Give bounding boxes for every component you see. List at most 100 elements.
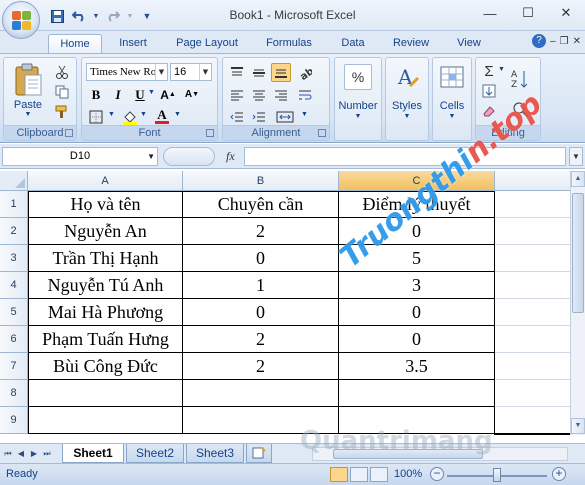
align-middle-icon[interactable] <box>249 63 269 82</box>
cell-d3[interactable] <box>495 245 570 272</box>
font-size-combo[interactable]: 16 ▼ <box>170 63 212 81</box>
underline-button[interactable]: U <box>130 85 150 104</box>
zoom-level[interactable]: 100% <box>394 468 422 480</box>
cell-d4[interactable] <box>495 272 570 299</box>
workbook-restore-icon[interactable]: ❐ <box>560 36 569 47</box>
align-bottom-icon[interactable] <box>271 63 291 82</box>
cell-a7[interactable]: Bùi Công Đức <box>28 353 183 380</box>
row-header-1[interactable]: 1 <box>0 191 28 218</box>
cell-c7[interactable]: 3.5 <box>339 353 495 380</box>
orientation-icon[interactable]: ab <box>295 63 315 82</box>
font-size-dropdown-icon[interactable]: ▼ <box>199 64 211 80</box>
font-color-icon[interactable]: A <box>152 107 172 126</box>
merge-dropdown-icon[interactable]: ▼ <box>301 111 308 118</box>
minimize-button[interactable]: — <box>471 0 509 26</box>
fill-icon[interactable] <box>480 82 498 100</box>
ribbon-minimize-icon[interactable]: – <box>550 36 556 47</box>
underline-dropdown-icon[interactable]: ▼ <box>148 89 155 96</box>
office-button[interactable] <box>2 1 40 39</box>
autosum-dropdown-icon[interactable]: ▼ <box>498 66 505 73</box>
cell-d2[interactable] <box>495 218 570 245</box>
align-top-icon[interactable] <box>227 63 247 82</box>
name-box-dropdown-icon[interactable]: ▼ <box>147 148 155 165</box>
wrap-text-icon[interactable] <box>295 85 315 104</box>
align-center-icon[interactable] <box>249 85 269 104</box>
sheet-tab-sheet3[interactable]: Sheet3 <box>186 444 244 463</box>
cell-b5[interactable]: 0 <box>183 299 339 326</box>
align-left-icon[interactable] <box>227 85 247 104</box>
align-right-icon[interactable] <box>271 85 291 104</box>
font-launcher-icon[interactable] <box>206 129 214 137</box>
font-name-combo[interactable]: Times New Ro ▼ <box>86 63 168 81</box>
copy-icon[interactable] <box>52 82 72 101</box>
insert-function-button[interactable]: fx <box>226 149 235 164</box>
active-cell-d10[interactable] <box>494 433 570 435</box>
borders-dropdown-icon[interactable]: ▼ <box>108 111 115 118</box>
cell-b1[interactable]: Chuyên cần <box>183 191 339 218</box>
sheet-tab-sheet1[interactable]: Sheet1 <box>62 444 124 463</box>
row-header-8[interactable]: 8 <box>0 380 28 407</box>
select-all-corner[interactable] <box>0 171 28 191</box>
autosum-icon[interactable]: Σ <box>480 62 498 80</box>
formula-input[interactable] <box>244 147 566 166</box>
vertical-scroll-thumb[interactable] <box>572 193 584 313</box>
cell-b8[interactable] <box>183 380 339 407</box>
decrease-font-icon[interactable]: A ▼ <box>182 85 202 104</box>
styles-group[interactable]: A Styles ▼ <box>385 57 429 141</box>
column-header-d[interactable] <box>495 171 570 191</box>
cell-c8[interactable] <box>339 380 495 407</box>
cell-d9[interactable] <box>495 407 570 434</box>
row-header-2[interactable]: 2 <box>0 218 28 245</box>
merge-center-icon[interactable] <box>271 107 299 126</box>
cell-a2[interactable]: Nguyễn An <box>28 218 183 245</box>
scroll-up-icon[interactable]: ▲ <box>571 171 585 187</box>
cut-icon[interactable] <box>52 62 72 81</box>
paste-button[interactable]: Paste ▼ <box>8 60 48 120</box>
close-button[interactable]: ✕ <box>547 0 585 26</box>
row-header-7[interactable]: 7 <box>0 353 28 380</box>
next-sheet-icon[interactable]: ▶ <box>28 447 40 461</box>
expand-formula-bar-icon[interactable]: ▼ <box>569 147 583 166</box>
cell-b4[interactable]: 1 <box>183 272 339 299</box>
cell-a5[interactable]: Mai Hà Phương <box>28 299 183 326</box>
cell-d7[interactable] <box>495 353 570 380</box>
cell-b2[interactable]: 2 <box>183 218 339 245</box>
column-header-a[interactable]: A <box>28 171 183 191</box>
zoom-in-button[interactable]: + <box>552 467 566 481</box>
tab-view[interactable]: View <box>448 34 490 53</box>
cell-d1[interactable] <box>495 191 570 218</box>
tab-formulas[interactable]: Formulas <box>256 34 322 53</box>
cell-c5[interactable]: 0 <box>339 299 495 326</box>
format-painter-icon[interactable] <box>52 102 72 121</box>
italic-button[interactable]: I <box>108 85 128 104</box>
zoom-out-button[interactable]: − <box>430 467 444 481</box>
cell-a3[interactable]: Trần Thị Hạnh <box>28 245 183 272</box>
row-header-3[interactable]: 3 <box>0 245 28 272</box>
prev-sheet-icon[interactable]: ◀ <box>15 447 27 461</box>
tab-insert[interactable]: Insert <box>108 34 158 53</box>
cell-d8[interactable] <box>495 380 570 407</box>
number-group[interactable]: % Number ▼ <box>334 57 382 141</box>
zoom-slider-thumb[interactable] <box>493 468 501 482</box>
cell-a8[interactable] <box>28 380 183 407</box>
sheet-tab-sheet2[interactable]: Sheet2 <box>126 444 184 463</box>
fill-color-dropdown-icon[interactable]: ▼ <box>140 111 147 118</box>
alignment-launcher-icon[interactable] <box>318 129 326 137</box>
tab-page-layout[interactable]: Page Layout <box>168 34 246 53</box>
cell-b7[interactable]: 2 <box>183 353 339 380</box>
fill-color-icon[interactable] <box>120 107 140 126</box>
cell-c6[interactable]: 0 <box>339 326 495 353</box>
cell-a1[interactable]: Họ và tên <box>28 191 183 218</box>
cell-b6[interactable]: 2 <box>183 326 339 353</box>
tab-home[interactable]: Home <box>48 34 102 53</box>
bold-button[interactable]: B <box>86 85 106 104</box>
tab-review[interactable]: Review <box>384 34 438 53</box>
tab-data[interactable]: Data <box>332 34 374 53</box>
column-header-b[interactable]: B <box>183 171 339 191</box>
workbook-close-icon[interactable]: ✕ <box>573 36 581 47</box>
cell-a6[interactable]: Phạm Tuấn Hưng <box>28 326 183 353</box>
last-sheet-icon[interactable]: ⏭ <box>41 447 53 461</box>
font-color-dropdown-icon[interactable]: ▼ <box>174 111 181 118</box>
scroll-down-icon[interactable]: ▼ <box>571 418 585 434</box>
decrease-indent-icon[interactable] <box>227 107 247 126</box>
